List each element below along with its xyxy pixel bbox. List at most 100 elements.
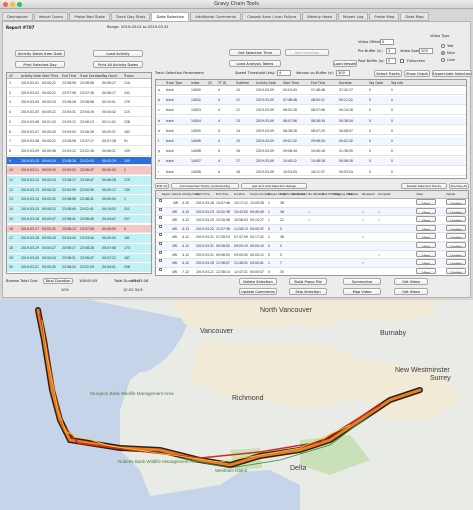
left-table-row[interactable]: 6 2019-03-07 00:00:43 23:59:03 23:58:26 00:05… (7, 128, 151, 137)
sel-table-column-header[interactable]: Notable (348, 191, 358, 199)
left-table-row[interactable]: 7 2019-03-08 00:00:22 23:58:58 23:47:17 00:07… (7, 137, 151, 146)
sel-table-row[interactable]: 4W 4-13 2019-03-22 11:57:36 11:58:13 00:00:37… (156, 224, 468, 234)
add-selected-tracks-tab[interactable]: Add Selected Tracks (Individually) (171, 183, 239, 189)
track-table-row[interactable]: f track 14006 4 15 2019-03-09 09:01:32 09:08:34… (156, 137, 466, 146)
row-checkbox[interactable] (159, 250, 162, 254)
left-table-row[interactable]: 20 2019-03-21 00:00:32 23:58:24 23:52:29 04:5… (7, 263, 151, 272)
summarize-button[interactable]: Summarize (343, 278, 381, 285)
row-checkbox[interactable] (159, 233, 162, 237)
row-checkbox[interactable] (159, 224, 162, 228)
view-button[interactable]: View (416, 259, 436, 266)
view-button[interactable]: View (416, 207, 436, 214)
left-table-row[interactable]: 2 2019-03-03 00:00:22 23:57:56 23:57:18 00:08… (7, 89, 151, 98)
row-checkbox[interactable] (159, 267, 162, 271)
sel-table-column-header[interactable]: Reviewed (362, 191, 375, 199)
left-table-row[interactable]: 18 2019-03-19 00:00:27 23:58:17 23:58:28 00:0… (7, 243, 151, 253)
video-type-nice-radio[interactable] (441, 51, 445, 55)
edit-all-tab[interactable]: Edit All (155, 183, 169, 189)
video-type-cam-radio[interactable] (441, 58, 445, 62)
sel-table-column-header[interactable]: Video (416, 191, 423, 199)
tab-additional-comments[interactable]: Additional Comments (190, 12, 242, 21)
left-table-row[interactable]: 1 2019-03-02 00:00:22 23:58:56 23:58:06 00:06… (7, 79, 151, 88)
maximize-icon[interactable] (17, 2, 22, 7)
map-video-button[interactable]: Map Video (343, 288, 381, 295)
sel-table-column-header[interactable]: Not Rated (292, 191, 305, 199)
left-table-row[interactable]: 11 2019-03-12 00:00:24 23:58:17 23:58:47 00:0… (7, 176, 151, 185)
fullscreen-checkbox[interactable] (400, 59, 404, 63)
row-checkbox[interactable] (159, 242, 162, 245)
left-table-row[interactable]: 5 2019-03-06 00:01:20 23:59:12 23:58:13 00:11… (7, 118, 151, 127)
left-table-row[interactable]: 10 2019-03-11 00:00:25 23:59:24 23:58:47 00:0… (7, 166, 151, 175)
total-duration-button[interactable]: Total Duration (43, 278, 73, 284)
map-canvas[interactable]: Vancouver North Vancouver Burnaby New Westm… (0, 300, 473, 510)
track-table-row[interactable]: i track 14008 4 18 2019-03-09 10:54:03 16:11:57… (156, 168, 466, 177)
sel-table-column-header[interactable]: Vehicle (172, 191, 181, 199)
track-table-row[interactable]: e track 14005 4 14 2019-03-09 08:38:28 08:47:25… (156, 127, 466, 136)
sel-table-column-header[interactable]: Region (162, 191, 171, 199)
get-video-button[interactable]: Get Video (394, 278, 428, 285)
view-button[interactable]: View (416, 233, 436, 240)
track-selection-table[interactable]: Track Type Index I/O TT ID Subtime Activity D… (155, 79, 467, 179)
tab-data-selection[interactable]: Data Selection (151, 12, 190, 21)
tab-vessel-query[interactable]: Vessel Query (33, 12, 69, 21)
pre-buffer-input[interactable]: 3 (386, 48, 396, 54)
tab-data-map[interactable]: Data Map (400, 12, 429, 21)
view-button[interactable]: View (416, 250, 436, 257)
post-buffer-input[interactable]: 0 (386, 58, 396, 64)
get-video-2-button[interactable]: Get Video (394, 288, 428, 295)
minimize-icon[interactable] (10, 2, 15, 7)
version-buffer-input[interactable]: 300 (336, 70, 350, 76)
sel-table-row[interactable]: 4W 4-12 2019-03-31 09:08:05 09:00:00 00:00:12… (156, 250, 468, 260)
view-button[interactable]: View (416, 242, 436, 248)
update-button[interactable]: Update (446, 233, 466, 240)
print-all-dates-button[interactable]: Print All Activity Dates (93, 61, 143, 68)
sel-table-column-header[interactable]: End Time (216, 191, 228, 199)
tab-dashboard[interactable]: Dashboard (2, 12, 33, 21)
left-table-row[interactable]: 14 2019-03-15 00:00:22 23:58:49 23:52:41 00:1… (7, 205, 151, 214)
add-selection-button[interactable]: Add Selection (285, 49, 329, 56)
get-add-selection-range-tab[interactable]: Get and Add Selection Range (241, 183, 307, 189)
update-button[interactable]: Update (446, 250, 466, 257)
activity-dates-table[interactable]: I/O Activity Date Start Time End Time Track … (6, 72, 152, 274)
left-table-row[interactable]: 4 2019-03-05 00:00:22 23:54:31 23:54:16 00:04… (7, 108, 151, 117)
delete-selection-button[interactable]: Delete Selection (239, 278, 277, 285)
track-table-row[interactable]: c track 14003 4 12 2019-03-09 08:02:18 08:07:06… (156, 106, 466, 116)
load-analysis-button[interactable]: Load Analysis Tables (229, 60, 281, 67)
update-button[interactable]: Update (446, 207, 466, 214)
video-offset-input[interactable]: 0 (380, 39, 394, 45)
track-table-row[interactable]: d track 14004 4 13 2019-03-09 08:07:06 08:38:34… (156, 116, 466, 126)
sel-table-row[interactable]: .3W 4-15 2019-03-28 10:07:46 10:17:12 10:09:2… (156, 199, 468, 208)
row-checkbox[interactable] (159, 199, 162, 202)
sel-table-column-header[interactable]: Start Time (196, 191, 210, 199)
left-table-row[interactable]: 15 2019-03-16 00:00:07 23:58:41 23:56:49 00:0… (7, 214, 151, 224)
load-activity-button[interactable]: Load Activity (93, 50, 143, 57)
sel-table-column-header[interactable]: Tracks Counted (250, 191, 270, 199)
tab-probe-map[interactable]: Probe Map (369, 12, 400, 21)
left-table-row[interactable]: 9 2019-03-10 00:00:24 23:58:26 23:32:43 00:02… (7, 156, 151, 166)
sel-table-row[interactable]: 4W 4-12 2019-03-28 12:36:07 12:46:51 00:00:41… (156, 259, 468, 268)
view-button[interactable]: View (416, 267, 436, 274)
view-button[interactable]: View (416, 224, 436, 231)
delete-selected-tracks-button[interactable]: Delete Selected Tracks (401, 183, 447, 189)
left-table-row[interactable]: 13 2019-03-14 00:00:32 23:58:06 23:48:41 00:0… (7, 195, 151, 205)
update-button[interactable]: Update (446, 216, 466, 223)
tab-track-day-stats[interactable]: Track Day Stats (110, 12, 151, 21)
track-table-row[interactable]: g track 14006 4 16 2019-03-09 09:08:34 10:40:18… (156, 147, 466, 156)
update-button[interactable]: Update (446, 199, 466, 205)
sel-table-column-header[interactable]: Update (446, 191, 455, 199)
sel-table-row[interactable]: 4W 4-12 2019-03-20 10:26:08 10:56:03 00:10:27… (156, 216, 468, 225)
video-speed-input[interactable]: 200 (419, 48, 433, 54)
track-table-row[interactable]: a track 14000 4 10 2019-03-09 00:03:43 07:48:48… (156, 86, 466, 95)
left-table-row[interactable]: 16 2019-03-17 00:00:32 23:58:13 23:57:26 00:0… (7, 224, 151, 234)
update-comments-button[interactable]: Update Comments (239, 288, 277, 295)
row-checkbox[interactable] (159, 207, 162, 211)
activity-dates-button[interactable]: Activity Dates from Date (15, 50, 65, 57)
sel-table-row[interactable]: 4W 4-15 2019-03-23 10:02:38 10:43:05 00:40:49… (156, 207, 468, 217)
left-table-row[interactable]: 3 2019-03-04 00:00:24 23:58:28 23:58:08 00:10… (7, 98, 151, 108)
set-selection-button[interactable]: Get Selection Time (229, 49, 281, 56)
left-table-row[interactable]: 8 2019-03-09 00:00:36 23:53:12 23:52:18 00:06… (7, 147, 151, 156)
track-table-row[interactable]: h track 14007 4 17 2019-03-09 10:40:12 10:48:18… (156, 157, 466, 167)
row-checkbox[interactable] (159, 216, 162, 220)
build-prov-file-button[interactable]: Build Provo File (289, 278, 327, 285)
left-table-row[interactable]: 17 2019-03-18 00:00:43 23:54:44 23:53:44 00:0… (7, 234, 151, 243)
